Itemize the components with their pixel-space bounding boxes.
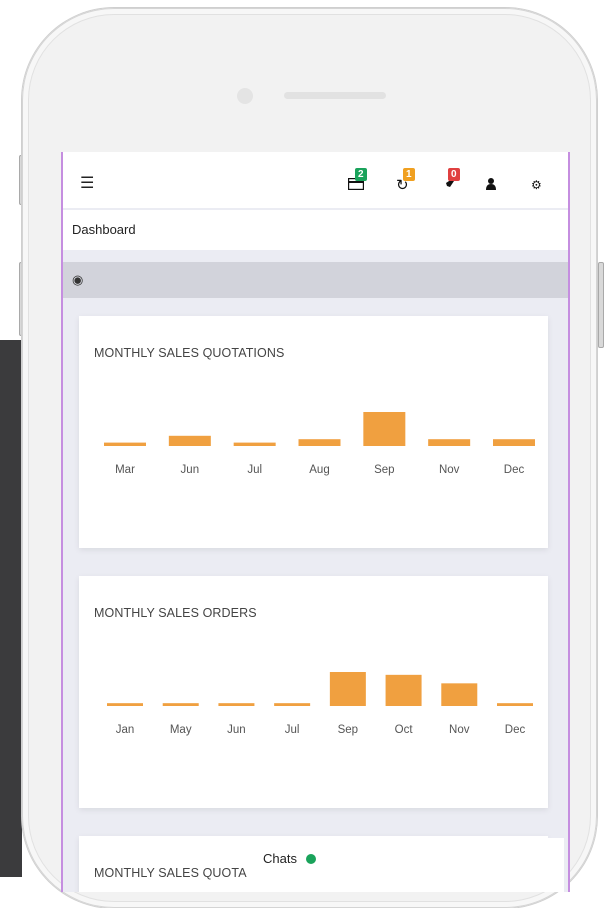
chart-bar-may[interactable] xyxy=(162,703,199,706)
x-tick-label: Nov xyxy=(449,724,470,736)
x-tick-label: Nov xyxy=(439,464,460,476)
x-tick-label: Sep xyxy=(338,724,358,736)
chart-card-quotations: MONTHLY SALES QUOTATIONS Mar Jun Jul Aug Sep… xyxy=(79,316,548,548)
app-screen: ☰ 2 ↻ 1 0 ⚙ Dashboard ◉ MONTHLY SALES QU… xyxy=(61,152,570,892)
hamburger-icon[interactable]: ☰ xyxy=(80,176,94,192)
x-tick-label: Jun xyxy=(227,724,246,736)
x-tick-label: Oct xyxy=(395,724,414,736)
card-icon[interactable]: 2 xyxy=(347,168,367,192)
x-tick-label: Dec xyxy=(505,724,526,736)
chart-bar-jul[interactable] xyxy=(233,442,276,446)
power-button xyxy=(598,262,604,348)
refresh-badge: 1 xyxy=(403,168,415,181)
chart-card-orders: MONTHLY SALES ORDERS Jan May Jun Jul Sep Oct N… xyxy=(79,576,548,808)
rocket-icon[interactable]: 0 xyxy=(441,168,460,194)
breadcrumb: Dashboard xyxy=(63,210,568,250)
rocket-badge: 0 xyxy=(448,168,460,181)
x-tick-label: Jun xyxy=(181,464,200,476)
chart-bar-dec[interactable] xyxy=(493,439,535,446)
online-status-dot xyxy=(306,854,316,864)
toolbar: ◉ xyxy=(63,262,568,298)
chart-bar-jun[interactable] xyxy=(168,435,211,446)
user-icon[interactable] xyxy=(486,178,496,192)
card-badge: 2 xyxy=(355,168,367,181)
orders-chart: Jan May Jun Jul Sep Oct Nov Dec xyxy=(107,672,533,736)
life-ring-icon[interactable]: ◉ xyxy=(72,272,83,288)
chart-bar-oct[interactable] xyxy=(385,674,422,706)
chart-bar-jul[interactable] xyxy=(274,703,311,706)
x-tick-label: Sep xyxy=(374,464,394,476)
x-tick-label: Mar xyxy=(115,464,135,476)
quotations-chart: Mar Jun Jul Aug Sep Nov Dec xyxy=(104,412,535,476)
x-tick-label: Aug xyxy=(309,464,329,476)
refresh-icon[interactable]: ↻ 1 xyxy=(396,168,415,193)
chart-bar-nov[interactable] xyxy=(428,439,471,446)
chat-label[interactable]: Chats xyxy=(263,851,297,866)
speaker xyxy=(284,92,386,99)
chart-bar-sep[interactable] xyxy=(363,412,406,446)
chart-bar-mar[interactable] xyxy=(104,442,146,446)
chat-tab[interactable]: Chats xyxy=(254,838,564,892)
x-tick-label: May xyxy=(170,724,192,736)
camera xyxy=(237,88,253,104)
top-navbar: ☰ 2 ↻ 1 0 ⚙ xyxy=(63,152,568,208)
card-title: MONTHLY SALES QUOTA xyxy=(94,866,247,880)
x-tick-label: Jul xyxy=(285,724,300,736)
chart-bar-aug[interactable] xyxy=(298,439,341,446)
x-tick-label: Dec xyxy=(504,464,525,476)
chart-bar-jun[interactable] xyxy=(218,703,255,706)
breadcrumb-label[interactable]: Dashboard xyxy=(72,222,136,237)
chart-bar-sep[interactable] xyxy=(329,672,366,706)
gears-icon[interactable]: ⚙ xyxy=(531,178,542,192)
chart-bar-jan[interactable] xyxy=(107,703,143,706)
x-tick-label: Jan xyxy=(116,724,135,736)
background-panel xyxy=(0,340,22,877)
chart-bar-nov[interactable] xyxy=(441,683,478,706)
x-tick-label: Jul xyxy=(247,464,262,476)
chart-bar-dec[interactable] xyxy=(497,703,533,706)
